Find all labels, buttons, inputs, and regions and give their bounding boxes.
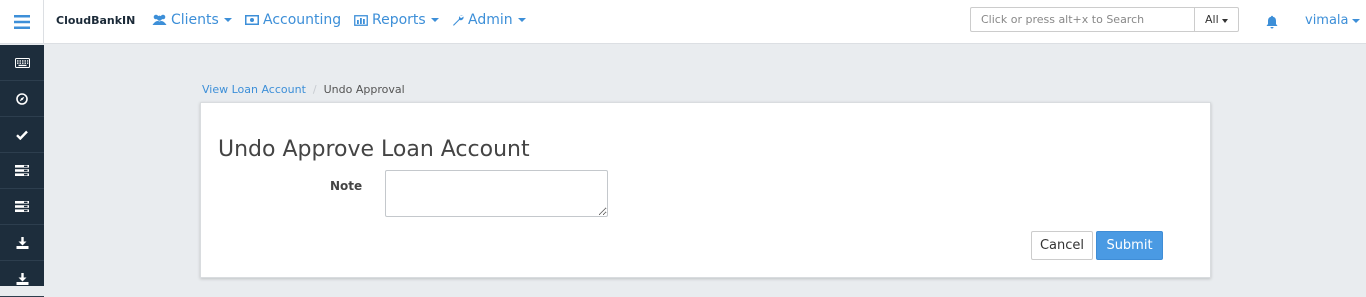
chevron-down-icon: [517, 18, 526, 22]
nav-clients-label: Clients: [171, 12, 219, 28]
download-icon: [16, 236, 28, 249]
wrench-icon: [453, 15, 464, 26]
sidebar-item-keyboard[interactable]: [0, 45, 44, 81]
sidebar-item-tasks[interactable]: [0, 153, 44, 189]
nav-accounting[interactable]: Accounting: [245, 12, 341, 28]
chevron-down-icon: [223, 18, 232, 22]
users-icon: [152, 14, 167, 25]
nav-reports[interactable]: Reports: [354, 12, 439, 28]
sidebar-item-download-2[interactable]: [0, 261, 44, 297]
menu-toggle-button[interactable]: [0, 0, 44, 44]
search-input[interactable]: [970, 7, 1195, 32]
undo-approval-form-card: Undo Approve Loan Account Note Cancel Su…: [200, 102, 1211, 278]
list-icon: [15, 201, 29, 212]
breadcrumb: View Loan Account / Undo Approval: [202, 83, 405, 96]
breadcrumb-separator: /: [312, 83, 317, 96]
top-navbar: CloudBankIN Clients Accounting Reports A…: [0, 0, 1366, 44]
note-label: Note: [330, 179, 363, 193]
cancel-button[interactable]: Cancel: [1031, 231, 1093, 260]
list-icon: [15, 165, 29, 176]
bell-icon: [1266, 15, 1278, 29]
breadcrumb-view-loan-account[interactable]: View Loan Account: [202, 83, 306, 96]
brand-logo[interactable]: CloudBankIN: [56, 14, 135, 27]
user-menu[interactable]: vimala: [1305, 13, 1360, 28]
sidebar-item-download[interactable]: [0, 225, 44, 261]
sidebar-item-collections[interactable]: [0, 189, 44, 225]
chevron-down-icon: [1222, 19, 1228, 23]
keyboard-icon: [14, 57, 30, 68]
nav-admin[interactable]: Admin: [452, 12, 526, 28]
bar-chart-icon: [354, 14, 368, 26]
download-icon: [16, 272, 28, 285]
notifications-button[interactable]: [1266, 14, 1278, 33]
chevron-down-icon: [430, 18, 439, 22]
breadcrumb-current: Undo Approval: [323, 83, 405, 96]
search-scope-value: All: [1205, 13, 1219, 26]
user-name: vimala: [1305, 13, 1349, 28]
nav-accounting-label: Accounting: [263, 12, 342, 28]
submit-button[interactable]: Submit: [1096, 231, 1163, 260]
money-icon: [245, 15, 259, 25]
nav-reports-label: Reports: [372, 12, 426, 28]
nav-clients[interactable]: Clients: [152, 12, 232, 28]
compass-icon: [16, 92, 28, 105]
chevron-down-icon: [1351, 18, 1360, 23]
check-icon: [16, 130, 28, 140]
page-title: Undo Approve Loan Account: [218, 137, 530, 162]
note-textarea[interactable]: [385, 170, 608, 217]
sidebar: [0, 45, 44, 297]
search-scope-select[interactable]: All: [1194, 7, 1239, 32]
sidebar-item-checker[interactable]: [0, 117, 44, 153]
sidebar-item-navigation[interactable]: [0, 81, 44, 117]
hamburger-icon: [13, 15, 30, 29]
nav-admin-label: Admin: [468, 12, 513, 28]
